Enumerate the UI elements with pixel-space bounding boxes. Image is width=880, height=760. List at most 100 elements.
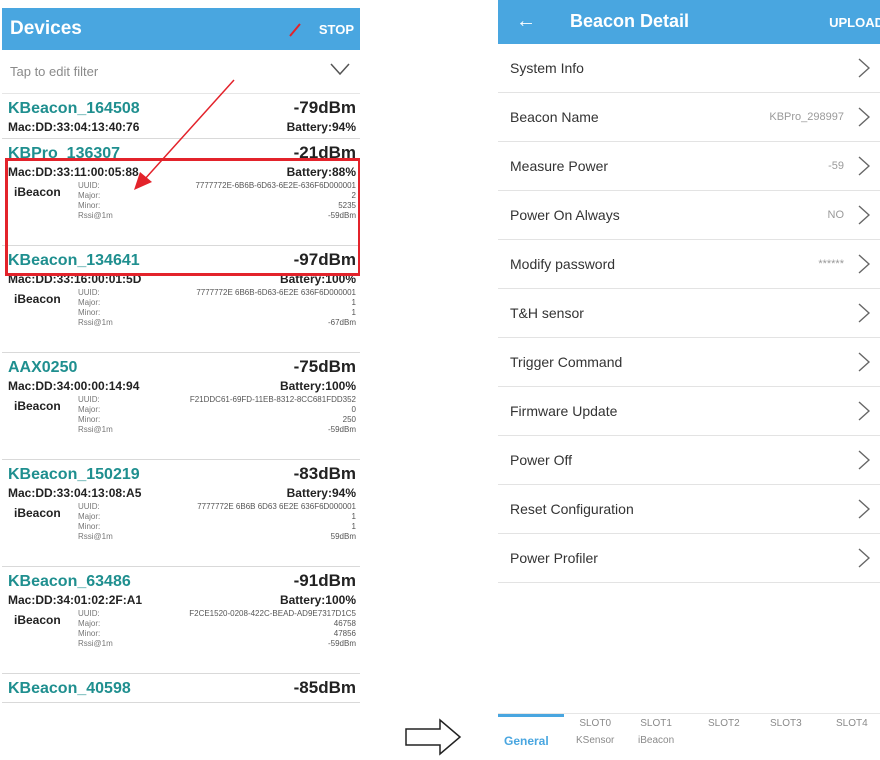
menu-item-power-off[interactable]: Power Off [498,436,880,485]
ibeacon-details: iBeacon UUID: Major: Minor: Rssi@1m F2CE… [8,609,356,673]
device-rssi: -75dBm [293,357,356,376]
tab-slot0[interactable]: SLOT0 KSensor [576,718,614,746]
device-list-item[interactable]: KBeacon_40598 -85dBm [2,674,360,703]
filter-bar[interactable]: Tap to edit filter [2,50,360,94]
uuid-label: UUID: [78,288,100,297]
beacon-type: iBeacon [14,613,61,627]
menu-item-label: Power On Always [510,207,620,223]
filter-input[interactable]: Tap to edit filter [10,64,98,79]
rssi-label: Rssi@1m [78,639,113,648]
beacon-keys: UUID: Major: Minor: Rssi@1m [78,288,113,328]
upload-button[interactable]: UPLOAD [829,15,880,30]
menu-item-label: Power Profiler [510,550,598,566]
menu-item-label: Firmware Update [510,403,618,419]
device-name: KBeacon_63486 [8,573,131,590]
highlight-box [5,158,360,276]
menu-item-power-profiler[interactable]: Power Profiler [498,534,880,583]
rssi-value: -59dBm [327,639,356,648]
chevron-right-icon [858,450,870,470]
flow-arrow-icon [405,718,462,756]
page-title: Devices [10,18,82,39]
menu-item-system-info[interactable]: System Info [498,44,880,93]
menu-item-modify-password[interactable]: Modify password ****** [498,240,880,289]
beacon-values: 7777772E 6B6B 6D63 6E2E 636F6D000001 1 1… [197,502,356,542]
uuid-value: 7777772E 6B6B 6D63 6E2E 636F6D000001 [197,502,356,511]
beacon-keys: UUID: Major: Minor: Rssi@1m [78,609,113,649]
uuid-value: F21DDC61-69FD-11EB-8312-8CC681FDD352 [189,395,356,404]
device-battery: Battery:100% [279,379,356,393]
chevron-right-icon [858,303,870,323]
device-list-item[interactable]: AAX0250 -75dBm Mac:DD:34:00:00:14:94 Bat… [2,353,360,460]
device-mac: Mac:DD:34:01:02:2F:A1 [8,593,143,607]
menu-item-label: Modify password [510,256,616,272]
tab-slot2[interactable]: SLOT2 [708,718,740,729]
device-list-item[interactable]: KBeacon_63486 -91dBm Mac:DD:34:01:02:2F:… [2,567,360,674]
menu-item-label: Power Off [510,452,572,468]
tab-sublabel: iBeacon [638,735,675,746]
rssi-label: Rssi@1m [78,532,113,541]
device-rssi: -91dBm [293,571,356,590]
menu-item-label: T&H sensor [510,305,584,321]
device-list-item[interactable]: KBeacon_150219 -83dBm Mac:DD:33:04:13:08… [2,460,360,567]
menu-item-label: System Info [510,60,584,76]
slot-tab-bar: General SLOT0 KSensor SLOT1 iBeacon SLOT… [498,713,880,760]
tab-active-indicator [498,714,564,717]
menu-item-value: KBPro_298997 [769,111,844,123]
uuid-value: 7777772E 6B6B-6D63-6E2E 636F6D000001 [196,288,356,297]
minor-label: Minor: [78,522,101,531]
stop-button[interactable]: STOP [319,22,354,37]
tab-slot1[interactable]: SLOT1 iBeacon [638,718,674,746]
beacon-detail-screen: ← Beacon Detail UPLOAD System Info Beaco… [498,0,880,760]
detail-header: ← Beacon Detail UPLOAD [498,0,880,44]
minor-value: 47856 [333,629,356,638]
chevron-right-icon [858,352,870,372]
chevron-right-icon [858,107,870,127]
tab-slot3[interactable]: SLOT3 [770,718,802,729]
device-battery: Battery:94% [286,120,356,134]
menu-item-value: ****** [818,258,844,270]
menu-item-label: Reset Configuration [510,501,634,517]
menu-item-measure-power[interactable]: Measure Power -59 [498,142,880,191]
uuid-label: UUID: [78,395,100,404]
device-list-item[interactable]: KBeacon_164508 -79dBm Mac:DD:33:04:13:40… [2,94,360,139]
menu-item-firmware-update[interactable]: Firmware Update [498,387,880,436]
beacon-values: 7777772E 6B6B-6D63-6E2E 636F6D000001 1 1… [196,288,356,328]
chevron-right-icon [858,499,870,519]
back-arrow-icon[interactable]: ← [516,10,536,33]
device-name: AAX0250 [8,359,78,376]
device-mac: Mac:DD:33:04:13:08:A5 [8,486,142,500]
menu-item-reset-configuration[interactable]: Reset Configuration [498,485,880,534]
tab-label: SLOT1 [640,718,672,729]
menu-item-label: Trigger Command [510,354,623,370]
device-rssi: -85dBm [293,678,356,697]
tab-sublabel: KSensor [576,735,615,746]
menu-item-power-on-always[interactable]: Power On Always NO [498,191,880,240]
edit-icon[interactable] [288,18,302,38]
beacon-keys: UUID: Major: Minor: Rssi@1m [78,502,113,542]
rssi-label: Rssi@1m [78,318,113,327]
menu-item-label: Beacon Name [510,109,599,125]
minor-value: 1 [351,308,356,317]
menu-item-th-sensor[interactable]: T&H sensor [498,289,880,338]
beacon-type: iBeacon [14,292,61,306]
menu-item-label: Measure Power [510,158,609,174]
device-name: KBeacon_164508 [8,100,140,117]
chevron-right-icon [858,205,870,225]
tab-slot4[interactable]: SLOT4 [836,718,868,729]
major-label: Major: [78,405,101,414]
chevron-down-icon[interactable] [330,62,350,76]
rssi-value: -67dBm [327,318,356,327]
tab-general[interactable]: General [504,734,549,748]
menu-item-beacon-name[interactable]: Beacon Name KBPro_298997 [498,93,880,142]
menu-item-trigger-command[interactable]: Trigger Command [498,338,880,387]
minor-value: 250 [342,415,356,424]
major-value: 0 [351,405,356,414]
device-battery: Battery:94% [286,486,356,500]
minor-label: Minor: [78,308,101,317]
device-name: KBeacon_150219 [8,466,140,483]
uuid-label: UUID: [78,502,100,511]
major-value: 1 [351,512,356,521]
devices-header: Devices STOP [2,8,360,50]
tab-label: SLOT4 [836,718,868,729]
page-title: Beacon Detail [570,11,690,31]
